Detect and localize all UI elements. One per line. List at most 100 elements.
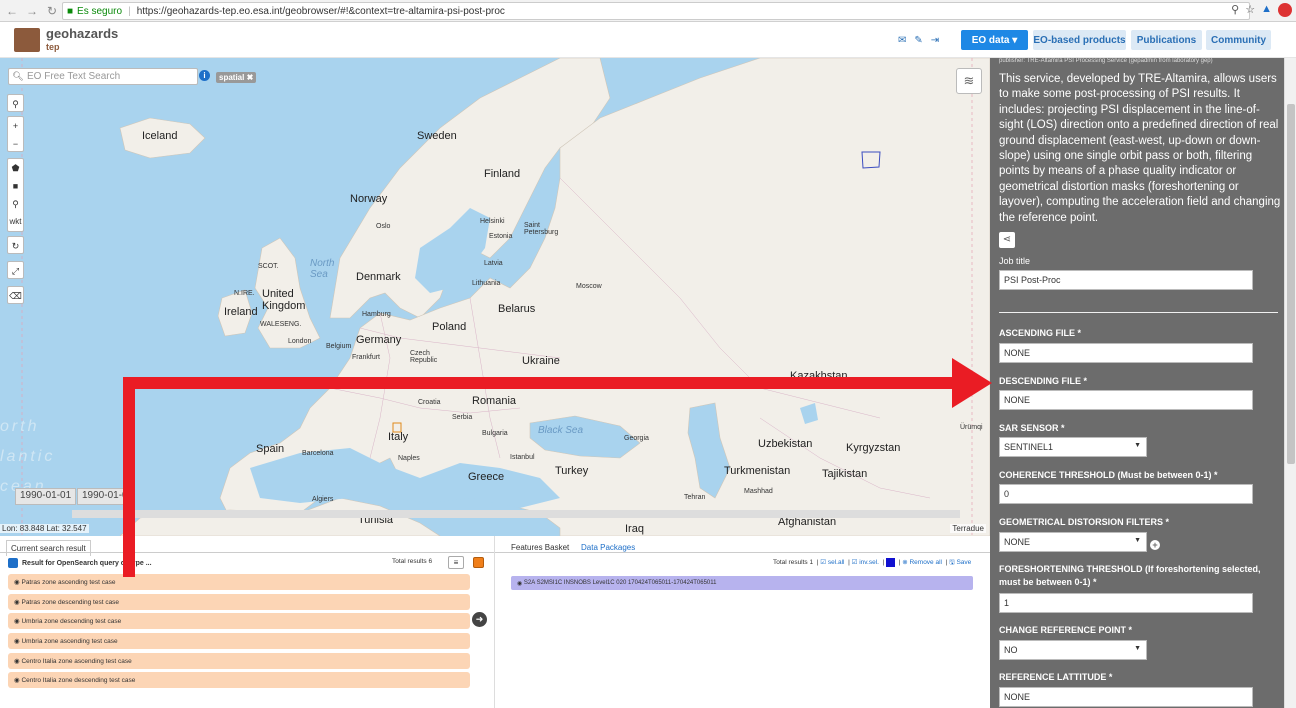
result-item[interactable]: ◉ Patras zone ascending test case xyxy=(8,574,470,590)
map-view[interactable]: Iceland Sweden Finland Norway Oslo Helsi… xyxy=(0,58,990,536)
map-label-urumqi: Ürümqi xyxy=(960,424,983,431)
select-all-button[interactable]: ☑ sel.all xyxy=(820,559,844,566)
edit-icon[interactable]: ✎ xyxy=(914,35,922,46)
spatial-filter-tag[interactable]: spatial ✖ xyxy=(216,72,257,83)
descending-file-input[interactable]: NONE xyxy=(999,390,1253,410)
zoom-in-button[interactable]: + xyxy=(8,117,23,135)
globe-icon: ◉ xyxy=(517,580,524,587)
share-icon[interactable] xyxy=(8,558,18,568)
invert-selection-button[interactable]: ☑ inv.sel. xyxy=(852,559,879,566)
sar-sensor-select[interactable]: SENTINEL1 ▼ xyxy=(999,437,1147,457)
time-start-label[interactable]: 1990-01-01 xyxy=(15,488,77,505)
eo-data-button[interactable]: EO data ▾ xyxy=(961,30,1028,50)
refresh-icon[interactable]: ↻ xyxy=(8,237,23,255)
ascending-file-label: ASCENDING FILE * xyxy=(999,328,1082,338)
share-icon[interactable]: ⋖ xyxy=(999,232,1015,248)
zoom-out-button[interactable]: − xyxy=(8,135,23,153)
save-basket-button[interactable]: 🖫 Save xyxy=(949,559,971,566)
basket-color-swatch[interactable] xyxy=(886,558,896,567)
logo-icon[interactable] xyxy=(14,28,40,52)
add-filter-icon[interactable]: + xyxy=(1150,540,1160,550)
foreshortening-label-line-1: FORESHORTENING THRESHOLD (If foreshorten… xyxy=(999,564,1261,574)
annotation-arrow-head xyxy=(952,358,992,408)
forward-icon[interactable]: → xyxy=(24,4,40,18)
mail-icon[interactable]: ✉ xyxy=(898,35,906,46)
logo-subtitle: tep xyxy=(46,42,60,52)
fullscreen-tool: ⤢ xyxy=(7,261,24,279)
lock-icon: ■ xyxy=(67,5,74,17)
eraser-tool: ⌫ xyxy=(7,286,24,304)
eo-based-products-button[interactable]: EO-based products xyxy=(1033,30,1126,50)
scrollbar-thumb[interactable] xyxy=(1287,104,1295,464)
eraser-icon[interactable]: ⌫ xyxy=(8,287,23,305)
ascending-file-input[interactable]: NONE xyxy=(999,343,1253,363)
result-item[interactable]: ◉ Umbria zone descending test case xyxy=(8,613,470,629)
panel-scrollbar[interactable] xyxy=(1284,58,1296,708)
map-label-london: London xyxy=(288,338,312,345)
foreshortening-threshold-input[interactable]: 1 xyxy=(999,593,1253,613)
time-slider[interactable] xyxy=(72,510,960,518)
map-label-latvia: Latvia xyxy=(484,260,503,267)
chevron-down-icon: ▼ xyxy=(1134,442,1141,449)
logout-icon[interactable]: ⇥ xyxy=(931,35,939,46)
map-label-iceland: Iceland xyxy=(142,130,178,142)
chevron-down-icon: ▼ xyxy=(1134,645,1141,652)
result-item[interactable]: ◉ Centro Italia zone ascending test case xyxy=(8,653,470,669)
eo-free-text-search[interactable]: 🔍︎ EO Free Text Search xyxy=(8,68,198,85)
result-item[interactable]: ◉ Umbria zone ascending test case xyxy=(8,633,470,649)
job-title-label: Job title xyxy=(999,256,1031,266)
coherence-threshold-input[interactable]: 0 xyxy=(999,484,1253,504)
bookmark-star-icon[interactable]: ☆ xyxy=(1245,3,1255,17)
globe-icon: ◉ xyxy=(14,677,22,684)
map-label-helsinki: Helsinki xyxy=(480,218,505,225)
globe-icon: ◉ xyxy=(14,638,22,645)
search-small-icon[interactable]: ⚲ xyxy=(8,95,23,113)
address-bar[interactable]: ■ Es seguro | https://geohazards-tep.eo.… xyxy=(62,2,1250,20)
info-icon[interactable]: i xyxy=(199,70,210,81)
globe-icon: ◉ xyxy=(14,618,22,625)
annotation-arrow-vertical xyxy=(123,377,135,577)
remove-all-button[interactable]: ⊗ Remove all xyxy=(902,559,942,566)
globe-icon: ◉ xyxy=(14,579,22,586)
basket-item[interactable]: ◉ S2A S2MSI1C INSNOBS Level1C 020 170424… xyxy=(511,576,973,590)
map-label-finland: Finland xyxy=(484,168,521,180)
community-button[interactable]: Community xyxy=(1206,30,1271,50)
back-icon[interactable]: ← xyxy=(4,4,20,18)
translate-icon[interactable]: ⚲ xyxy=(1231,3,1239,17)
secure-label: Es seguro xyxy=(77,5,123,17)
extension-icon[interactable]: ▲ xyxy=(1261,3,1272,17)
reload-icon[interactable]: ↻ xyxy=(44,4,60,18)
logo-title[interactable]: geohazards xyxy=(46,26,118,41)
change-reference-point-select[interactable]: NO ▼ xyxy=(999,640,1147,660)
globe-icon: ◉ xyxy=(14,599,22,606)
map-search-tool[interactable]: ⚲ xyxy=(7,94,24,112)
geometrical-distorsion-select[interactable]: NONE ▼ xyxy=(999,532,1147,552)
tab-current-search-result[interactable]: Current search result xyxy=(6,540,91,556)
extension-red-icon[interactable] xyxy=(1278,3,1292,17)
map-label-bulgaria: Bulgaria xyxy=(482,430,508,437)
annotation-arrow-horizontal xyxy=(123,377,963,389)
reference-latitude-input[interactable]: NONE xyxy=(999,687,1253,707)
search-placeholder: EO Free Text Search xyxy=(27,71,121,82)
move-to-basket-icon[interactable]: ➜ xyxy=(472,612,487,627)
expand-icon[interactable]: ⤢ xyxy=(8,262,23,280)
basket-total: Total results 1 xyxy=(773,559,814,567)
cursor-coordinates: Lon: 83.848 Lat: 32.547 xyxy=(0,524,89,533)
layers-icon[interactable]: ≋ xyxy=(956,68,982,94)
map-label-poland: Poland xyxy=(432,321,467,333)
point-icon[interactable]: ⚲ xyxy=(8,195,23,213)
map-label-turkmenistan: Turkmenistan xyxy=(724,465,791,477)
publications-button[interactable]: Publications xyxy=(1131,30,1202,50)
result-item[interactable]: ◉ Centro Italia zone descending test cas… xyxy=(8,672,470,688)
result-color-swatch[interactable] xyxy=(473,557,484,568)
box-icon[interactable]: ■ xyxy=(8,177,23,195)
sar-sensor-label: SAR SENSOR * xyxy=(999,423,1065,433)
map-label-iraq: Iraq xyxy=(625,523,644,535)
map-label-naples: Naples xyxy=(398,455,420,462)
map-attribution[interactable]: Terradue xyxy=(950,524,986,533)
result-item[interactable]: ◉ Patras zone descending test case xyxy=(8,594,470,610)
polygon-icon[interactable]: ⬟ xyxy=(8,159,23,177)
job-title-input[interactable]: PSI Post-Proc xyxy=(999,270,1253,290)
wkt-button[interactable]: wkt xyxy=(8,213,23,231)
list-menu-button[interactable]: ≡ xyxy=(448,556,464,569)
